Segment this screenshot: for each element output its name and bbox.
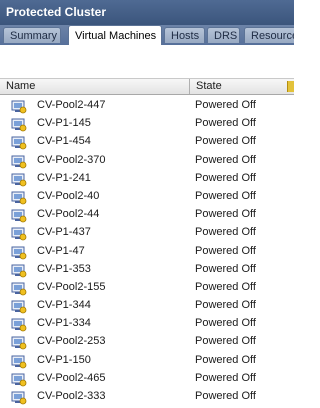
table-row[interactable]: CV-P1-454 Powered Off [0,133,294,151]
vm-state: Powered Off [195,226,256,239]
vm-name: CV-Pool2-44 [37,208,100,221]
vm-powered-off-icon [11,99,27,114]
vm-state: Powered Off [195,189,256,202]
table-row[interactable]: CV-Pool2-253 Powered Off [0,333,294,351]
vm-powered-off-icon [11,172,27,187]
vm-powered-off-icon [11,117,27,132]
table-row[interactable]: CV-Pool2-447 Powered Off [0,97,294,115]
vm-state: Powered Off [195,208,256,221]
vm-powered-off-icon [11,354,27,369]
tab-drs[interactable]: DRS [207,27,240,43]
table-row[interactable]: CV-P1-353 Powered Off [0,261,294,279]
table-row[interactable]: CV-P1-437 Powered Off [0,224,294,242]
vm-name: CV-Pool2-447 [37,99,106,111]
tab-summary[interactable]: Summary [3,27,61,43]
vm-state: Powered Off [195,117,256,130]
vm-powered-off-icon [11,208,27,223]
table-row[interactable]: CV-Pool2-44 Powered Off [0,206,294,224]
tab-hosts[interactable]: Hosts [164,27,205,43]
vm-name: CV-Pool2-155 [37,280,106,293]
vm-name: CV-Pool2-40 [37,189,100,202]
vm-state: Powered Off [195,280,256,293]
vm-state: Powered Off [195,99,256,111]
tab-virtual-machines[interactable]: Virtual Machines [68,25,162,45]
vm-state: Powered Off [195,317,256,330]
table-row[interactable]: CV-P1-344 Powered Off [0,297,294,315]
vm-state: Powered Off [195,153,256,166]
table-row[interactable]: CV-Pool2-465 Powered Off [0,370,294,388]
vm-powered-off-icon [11,245,27,260]
vm-state: Powered Off [195,171,256,184]
vm-list: CV-Pool2-447 Powered Off CV-P1-145 Powered … [0,97,294,406]
vm-powered-off-icon [11,317,27,332]
vm-powered-off-icon [11,154,27,169]
window-title: Protected Cluster [6,5,107,19]
vm-name: CV-Pool2-253 [37,335,106,348]
vm-state: Powered Off [195,299,256,312]
vm-powered-off-icon [11,263,27,278]
vm-state: Powered Off [195,262,256,275]
vm-name: CV-Pool2-465 [37,371,106,384]
tab-strip: Summary Virtual Machines Hosts DRS Resou… [0,25,294,46]
vm-powered-off-icon [11,299,27,314]
vm-name: CV-P1-353 [37,262,91,275]
vm-name: CV-P1-150 [37,353,91,366]
table-header: Name State [0,78,294,95]
column-header-state[interactable]: State [190,79,294,94]
vm-name: CV-Pool2-333 [37,390,106,402]
vm-powered-off-icon [11,135,27,150]
vm-state: Powered Off [195,135,256,148]
table-row[interactable]: CV-Pool2-40 Powered Off [0,188,294,206]
vm-state: Powered Off [195,371,256,384]
vm-name: CV-Pool2-370 [37,153,106,166]
vm-powered-off-icon [11,281,27,296]
sort-icon[interactable] [287,81,294,92]
table-row[interactable]: CV-P1-241 Powered Off [0,170,294,188]
table-row[interactable]: CV-Pool2-370 Powered Off [0,152,294,170]
column-header-name[interactable]: Name [0,79,190,94]
vm-name: CV-P1-47 [37,244,85,257]
vm-powered-off-icon [11,372,27,387]
vm-name: CV-P1-334 [37,317,91,330]
vm-name: CV-P1-437 [37,226,91,239]
table-row[interactable]: CV-P1-47 Powered Off [0,243,294,261]
vm-powered-off-icon [11,335,27,350]
window-titlebar: Protected Cluster [0,0,294,26]
toolbar-area [0,45,294,78]
vm-name: CV-P1-344 [37,299,91,312]
table-row[interactable]: CV-P1-150 Powered Off [0,352,294,370]
vm-name: CV-P1-454 [37,135,91,148]
vm-state: Powered Off [195,353,256,366]
vm-powered-off-icon [11,190,27,205]
vm-name: CV-P1-241 [37,171,91,184]
table-row[interactable]: CV-Pool2-155 Powered Off [0,279,294,297]
vm-state: Powered Off [195,390,256,402]
table-row[interactable]: CV-Pool2-333 Powered Off [0,388,294,406]
table-row[interactable]: CV-P1-145 Powered Off [0,115,294,133]
table-row[interactable]: CV-P1-334 Powered Off [0,315,294,333]
vm-name: CV-P1-145 [37,117,91,130]
vm-powered-off-icon [11,226,27,241]
vm-state: Powered Off [195,244,256,257]
vm-state: Powered Off [195,335,256,348]
tab-resource[interactable]: Resource [244,27,294,43]
